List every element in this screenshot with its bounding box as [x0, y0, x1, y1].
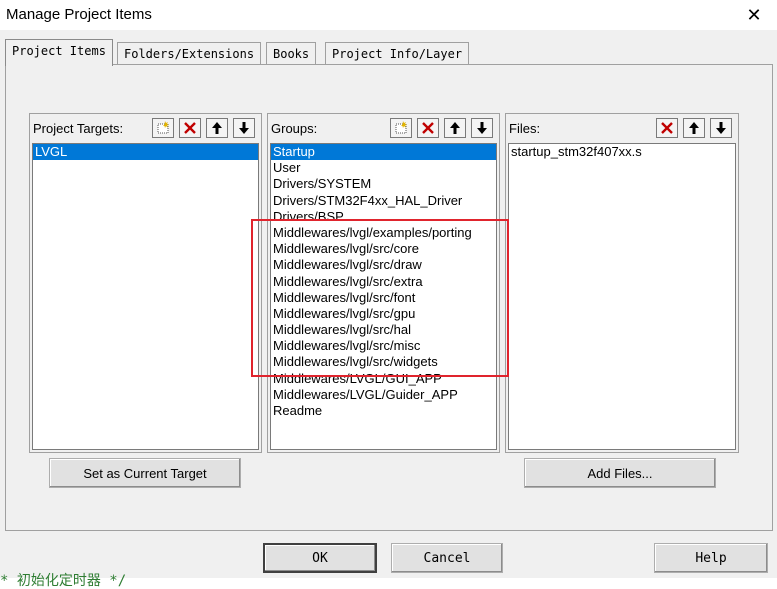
- help-button[interactable]: Help: [654, 543, 768, 573]
- arrow-up-icon: [212, 122, 222, 134]
- arrow-up-icon: [450, 122, 460, 134]
- list-item-group[interactable]: Middlewares/LVGL/GUI_APP: [271, 371, 496, 387]
- list-item-group[interactable]: Readme: [271, 403, 496, 419]
- arrow-up-icon: [689, 122, 699, 134]
- arrow-down-icon: [477, 122, 487, 134]
- move-group-down-button[interactable]: [471, 118, 493, 138]
- list-item-group[interactable]: Drivers/STM32F4xx_HAL_Driver: [271, 193, 496, 209]
- list-item-group[interactable]: Middlewares/lvgl/examples/porting: [271, 225, 496, 241]
- list-item-group[interactable]: Startup: [271, 144, 496, 161]
- move-target-up-button[interactable]: [206, 118, 228, 138]
- list-item-group[interactable]: Middlewares/lvgl/src/core: [271, 241, 496, 257]
- window-title: Manage Project Items: [6, 6, 152, 23]
- delete-file-button[interactable]: [656, 118, 678, 138]
- list-item-group[interactable]: Middlewares/lvgl/src/misc: [271, 338, 496, 354]
- title-bar: Manage Project Items ✕: [0, 0, 777, 30]
- list-item-group[interactable]: User: [271, 160, 496, 176]
- add-files-button[interactable]: Add Files...: [524, 458, 716, 488]
- move-file-down-button[interactable]: [710, 118, 732, 138]
- list-item-group[interactable]: Middlewares/lvgl/src/font: [271, 290, 496, 306]
- files-label: Files:: [509, 121, 541, 136]
- delete-icon: [422, 122, 434, 134]
- tab-project-info-layer[interactable]: Project Info/Layer: [325, 42, 470, 64]
- list-item-group[interactable]: Middlewares/lvgl/src/extra: [271, 274, 496, 290]
- delete-icon: [661, 122, 673, 134]
- arrow-down-icon: [716, 122, 726, 134]
- files-header: Files:: [506, 114, 738, 142]
- list-item-group[interactable]: Drivers/SYSTEM: [271, 176, 496, 192]
- groups-list[interactable]: Startup User Drivers/SYSTEM Drivers/STM3…: [270, 143, 497, 450]
- close-icon[interactable]: ✕: [743, 4, 765, 26]
- list-item-group[interactable]: Middlewares/lvgl/src/widgets: [271, 354, 496, 370]
- new-item-icon: [157, 121, 169, 134]
- project-targets-pane: Project Targets: LVGL: [29, 113, 262, 453]
- tab-project-items[interactable]: Project Items: [5, 39, 113, 66]
- set-as-current-target-button[interactable]: Set as Current Target: [49, 458, 241, 488]
- delete-target-button[interactable]: [179, 118, 201, 138]
- list-item-group[interactable]: Drivers/BSP: [271, 209, 496, 225]
- move-group-up-button[interactable]: [444, 118, 466, 138]
- delete-icon: [184, 122, 196, 134]
- list-item-target[interactable]: LVGL: [33, 144, 258, 161]
- move-file-up-button[interactable]: [683, 118, 705, 138]
- cancel-button[interactable]: Cancel: [391, 543, 503, 573]
- project-targets-list[interactable]: LVGL: [32, 143, 259, 450]
- new-item-icon: [395, 121, 407, 134]
- arrow-down-icon: [239, 122, 249, 134]
- delete-group-button[interactable]: [417, 118, 439, 138]
- new-target-button[interactable]: [152, 118, 174, 138]
- tab-folders-extensions[interactable]: Folders/Extensions: [117, 42, 262, 64]
- groups-label: Groups:: [271, 121, 318, 136]
- list-item-file[interactable]: startup_stm32f407xx.s: [509, 144, 735, 160]
- ok-button[interactable]: OK: [263, 543, 377, 573]
- list-item-group[interactable]: Middlewares/lvgl/src/gpu: [271, 306, 496, 322]
- groups-header: Groups:: [268, 114, 499, 142]
- project-targets-header: Project Targets:: [30, 114, 261, 142]
- list-item-group[interactable]: Middlewares/LVGL/Guider_APP: [271, 387, 496, 403]
- project-targets-label: Project Targets:: [33, 121, 124, 136]
- move-target-down-button[interactable]: [233, 118, 255, 138]
- new-group-button[interactable]: [390, 118, 412, 138]
- files-pane: Files: startup_stm32f407xx.s: [505, 113, 739, 453]
- files-list[interactable]: startup_stm32f407xx.s: [508, 143, 736, 450]
- tab-books[interactable]: Books: [266, 42, 317, 64]
- list-item-group[interactable]: Middlewares/lvgl/src/draw: [271, 257, 496, 273]
- background-code-comment: * 初始化定时器 */: [0, 573, 127, 589]
- list-item-group[interactable]: Middlewares/lvgl/src/hal: [271, 322, 496, 338]
- groups-pane: Groups: Startup User Drivers/SYSTEM Driv…: [267, 113, 500, 453]
